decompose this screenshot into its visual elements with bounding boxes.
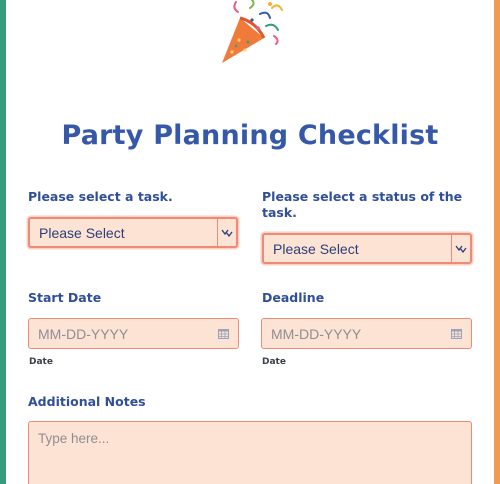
start-date-label: Start Date (28, 290, 102, 305)
left-accent-stripe (0, 0, 6, 484)
deadline-input[interactable]: MM-DD-YYYY (261, 318, 472, 349)
task-select-label: Please select a task. (28, 189, 173, 204)
right-accent-stripe (494, 0, 500, 484)
task-select-value: Please Select (39, 225, 125, 241)
chevron-down-icon (455, 245, 467, 253)
page-title: Party Planning Checklist (61, 120, 439, 151)
status-select-value: Please Select (273, 241, 359, 257)
deadline-label: Deadline (262, 290, 325, 305)
deadline-sublabel: Date (262, 357, 286, 367)
status-select-label: Please select a status of the task. (262, 189, 463, 220)
notes-placeholder: Type here... (38, 431, 110, 446)
calendar-icon[interactable] (451, 329, 462, 339)
task-select[interactable]: Please Select (28, 217, 238, 248)
start-date-placeholder: MM-DD-YYYY (38, 326, 129, 342)
calendar-icon[interactable] (218, 329, 229, 339)
notes-label: Additional Notes (28, 394, 146, 409)
party-popper-icon (222, 0, 283, 63)
status-select[interactable]: Please Select (262, 233, 472, 264)
notes-textarea[interactable]: Type here... (28, 421, 472, 484)
status-select-toggle[interactable] (451, 235, 470, 262)
chevron-down-icon (221, 229, 233, 237)
start-date-sublabel: Date (29, 357, 53, 367)
deadline-placeholder: MM-DD-YYYY (271, 326, 362, 342)
start-date-input[interactable]: MM-DD-YYYY (28, 318, 239, 349)
task-select-toggle[interactable] (217, 219, 236, 246)
